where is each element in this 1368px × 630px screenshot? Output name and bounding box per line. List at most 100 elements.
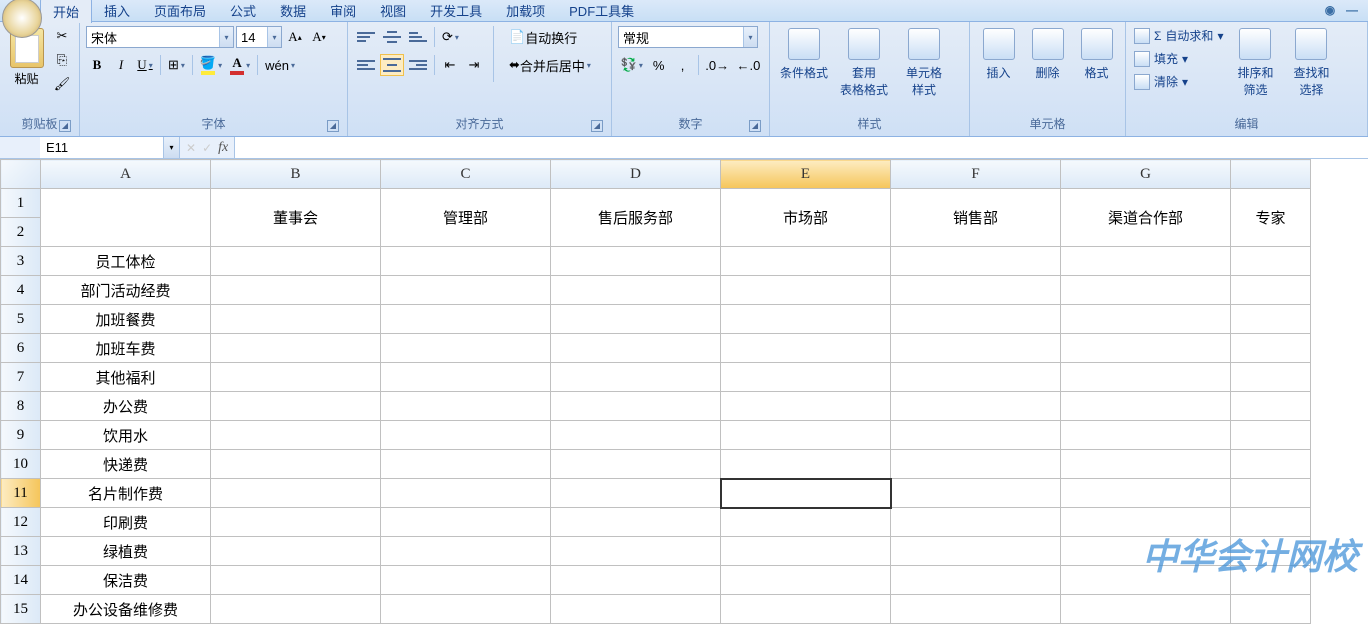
cell-C7[interactable]: [381, 363, 551, 392]
cell-B5[interactable]: [211, 305, 381, 334]
insert-cells-button[interactable]: 插入: [976, 26, 1021, 83]
cell-B7[interactable]: [211, 363, 381, 392]
cell-F13[interactable]: [891, 537, 1061, 566]
align-bottom-icon[interactable]: [406, 26, 430, 48]
row-header-9[interactable]: 9: [1, 421, 41, 450]
cell-B3[interactable]: [211, 247, 381, 276]
row-header-15[interactable]: 15: [1, 595, 41, 624]
cell-extra-9[interactable]: [1231, 421, 1311, 450]
accounting-format-icon[interactable]: 💱: [618, 54, 646, 76]
cell-D10[interactable]: [551, 450, 721, 479]
cell-B11[interactable]: [211, 479, 381, 508]
cell-C9[interactable]: [381, 421, 551, 450]
cell-extra-12[interactable]: [1231, 508, 1311, 537]
cut-icon[interactable]: ✂: [51, 26, 73, 46]
cell-D7[interactable]: [551, 363, 721, 392]
cell-G13[interactable]: [1061, 537, 1231, 566]
cell-D5[interactable]: [551, 305, 721, 334]
increase-decimal-icon[interactable]: .0→: [703, 54, 732, 76]
borders-button[interactable]: ⊞: [165, 54, 188, 76]
cell-F12[interactable]: [891, 508, 1061, 537]
format-cells-button[interactable]: 格式: [1074, 26, 1119, 83]
cell-E5[interactable]: [721, 305, 891, 334]
cell-A6[interactable]: 加班车费: [41, 334, 211, 363]
increase-font-icon[interactable]: A▴: [284, 26, 306, 48]
font-color-button[interactable]: A: [227, 54, 253, 76]
cell-F1[interactable]: 销售部: [891, 189, 1061, 247]
cell-A7[interactable]: 其他福利: [41, 363, 211, 392]
cancel-formula-icon[interactable]: ✕: [186, 141, 196, 155]
tab-审阅[interactable]: 审阅: [318, 0, 368, 23]
cell-C8[interactable]: [381, 392, 551, 421]
row-header-8[interactable]: 8: [1, 392, 41, 421]
col-header-F[interactable]: F: [891, 160, 1061, 189]
cell-E3[interactable]: [721, 247, 891, 276]
cell-B10[interactable]: [211, 450, 381, 479]
tab-插入[interactable]: 插入: [92, 0, 142, 23]
cell-F15[interactable]: [891, 595, 1061, 624]
cell-A15[interactable]: 办公设备维修费: [41, 595, 211, 624]
cell-C14[interactable]: [381, 566, 551, 595]
sort-filter-button[interactable]: 排序和 筛选: [1229, 26, 1281, 100]
cell-B13[interactable]: [211, 537, 381, 566]
name-box[interactable]: E11▾: [40, 137, 180, 158]
cell-extra-10[interactable]: [1231, 450, 1311, 479]
cell-E12[interactable]: [721, 508, 891, 537]
format-as-table-button[interactable]: 套用 表格格式: [836, 26, 892, 100]
cell-D8[interactable]: [551, 392, 721, 421]
cell-C6[interactable]: [381, 334, 551, 363]
row-header-4[interactable]: 4: [1, 276, 41, 305]
cell-G14[interactable]: [1061, 566, 1231, 595]
decrease-decimal-icon[interactable]: ←.0: [734, 54, 763, 76]
bold-button[interactable]: B: [86, 54, 108, 76]
orientation-icon[interactable]: ⟳: [439, 26, 462, 48]
cell-B12[interactable]: [211, 508, 381, 537]
cell-G6[interactable]: [1061, 334, 1231, 363]
cell-G15[interactable]: [1061, 595, 1231, 624]
cell-A8[interactable]: 办公费: [41, 392, 211, 421]
col-header-D[interactable]: D: [551, 160, 721, 189]
row-header-2[interactable]: 2: [1, 218, 41, 247]
cell-C11[interactable]: [381, 479, 551, 508]
row-header-6[interactable]: 6: [1, 334, 41, 363]
cell-B8[interactable]: [211, 392, 381, 421]
row-header-12[interactable]: 12: [1, 508, 41, 537]
cell-B6[interactable]: [211, 334, 381, 363]
cell-F9[interactable]: [891, 421, 1061, 450]
font-dialog-launcher[interactable]: ◢: [327, 120, 339, 132]
percent-icon[interactable]: %: [648, 54, 670, 76]
cell-D15[interactable]: [551, 595, 721, 624]
cell-G11[interactable]: [1061, 479, 1231, 508]
cell-F4[interactable]: [891, 276, 1061, 305]
cell-D13[interactable]: [551, 537, 721, 566]
cell-F11[interactable]: [891, 479, 1061, 508]
cell-D11[interactable]: [551, 479, 721, 508]
cell-extra-15[interactable]: [1231, 595, 1311, 624]
align-left-icon[interactable]: [354, 54, 378, 76]
col-header-B[interactable]: B: [211, 160, 381, 189]
cell-A14[interactable]: 保洁费: [41, 566, 211, 595]
cell-F5[interactable]: [891, 305, 1061, 334]
align-dialog-launcher[interactable]: ◢: [591, 120, 603, 132]
cell-B4[interactable]: [211, 276, 381, 305]
align-right-icon[interactable]: [406, 54, 430, 76]
row-header-10[interactable]: 10: [1, 450, 41, 479]
cell-A9[interactable]: 饮用水: [41, 421, 211, 450]
copy-icon[interactable]: ⎘: [51, 50, 73, 70]
cell-D4[interactable]: [551, 276, 721, 305]
tab-公式[interactable]: 公式: [218, 0, 268, 23]
cell-E14[interactable]: [721, 566, 891, 595]
col-header-H[interactable]: [1231, 160, 1311, 189]
cell-G10[interactable]: [1061, 450, 1231, 479]
tab-视图[interactable]: 视图: [368, 0, 418, 23]
clear-button[interactable]: 清除 ▾: [1132, 72, 1225, 91]
cell-G9[interactable]: [1061, 421, 1231, 450]
cell-extra-14[interactable]: [1231, 566, 1311, 595]
tab-开发工具[interactable]: 开发工具: [418, 0, 494, 23]
cell-D9[interactable]: [551, 421, 721, 450]
cell-C3[interactable]: [381, 247, 551, 276]
decrease-indent-icon[interactable]: ⇤: [439, 54, 461, 76]
cell-G8[interactable]: [1061, 392, 1231, 421]
help-icon[interactable]: ◉: [1322, 2, 1338, 18]
fill-button[interactable]: 填充 ▾: [1132, 49, 1225, 68]
